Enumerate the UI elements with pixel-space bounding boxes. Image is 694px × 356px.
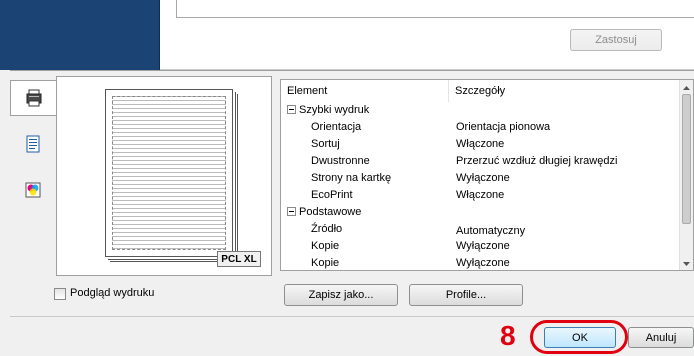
column-header-element[interactable]: Element — [281, 80, 449, 102]
setting-value: Wyłączone — [456, 240, 510, 252]
setting-label: Orientacja — [311, 121, 362, 133]
setting-value: Wyłączone — [456, 172, 510, 184]
column-header-details[interactable]: Szczegóły — [449, 80, 681, 102]
settings-summary-list[interactable]: Element Szczegóły Szybki wydruk Orientac… — [280, 79, 694, 271]
tab-printer[interactable] — [10, 80, 56, 116]
top-text-area[interactable] — [176, 0, 694, 18]
document-icon — [26, 135, 40, 153]
scroll-down-icon[interactable] — [680, 258, 693, 270]
tab-color[interactable] — [10, 172, 56, 208]
setting-value: Wyłączone — [456, 257, 510, 269]
setting-label: Strony na kartkę — [311, 172, 392, 184]
setting-label: Sortuj — [311, 138, 340, 150]
header-banner — [0, 0, 160, 70]
group-label: Szybki wydruk — [299, 104, 370, 116]
setting-value: Włączone — [456, 189, 505, 201]
collapse-icon[interactable] — [287, 207, 296, 216]
scrollbar-thumb[interactable] — [682, 94, 691, 224]
step-number: 8 — [500, 320, 516, 351]
group-label: Podstawowe — [299, 206, 362, 218]
setting-label: EcoPrint — [311, 189, 353, 201]
section-divider — [10, 70, 694, 71]
pcl-xl-badge: PCL XL — [217, 251, 261, 267]
setting-value: Włączone — [456, 138, 505, 150]
setting-label: Dwustronne — [311, 155, 370, 167]
left-tab-strip — [10, 76, 56, 276]
page-preview — [105, 89, 233, 257]
group-row-quick-print[interactable]: Szybki wydruk — [287, 104, 369, 117]
apply-button[interactable]: Zastosuj — [570, 29, 662, 51]
cancel-button[interactable]: Anuluj — [628, 327, 694, 348]
setting-label: Źródło — [311, 223, 343, 235]
setting-value: Automatyczny — [456, 225, 526, 237]
save-as-button[interactable]: Zapisz jako... — [284, 284, 398, 306]
scroll-up-icon[interactable] — [680, 82, 693, 94]
setting-value: Orientacja pionowa — [456, 121, 551, 133]
group-row-basic[interactable]: Podstawowe — [287, 206, 361, 219]
print-preview-label: Podgląd wydruku — [70, 287, 155, 299]
tab-document[interactable] — [10, 126, 56, 162]
color-icon — [25, 182, 41, 198]
printer-icon — [26, 89, 41, 107]
page-content-lines — [112, 96, 226, 250]
setting-value: Przerzuć wzdłuż długiej krawędzi — [456, 155, 618, 167]
print-preview-panel: PCL XL — [56, 76, 272, 276]
ok-button[interactable]: OK — [544, 327, 616, 348]
setting-label: Kopie — [311, 240, 340, 252]
print-preview-checkbox[interactable] — [54, 288, 66, 300]
collapse-icon[interactable] — [287, 105, 296, 114]
footer-divider — [10, 316, 694, 317]
setting-label: Kopie — [311, 257, 340, 269]
profile-button[interactable]: Profile... — [409, 284, 523, 306]
vertical-scrollbar[interactable] — [679, 80, 693, 270]
